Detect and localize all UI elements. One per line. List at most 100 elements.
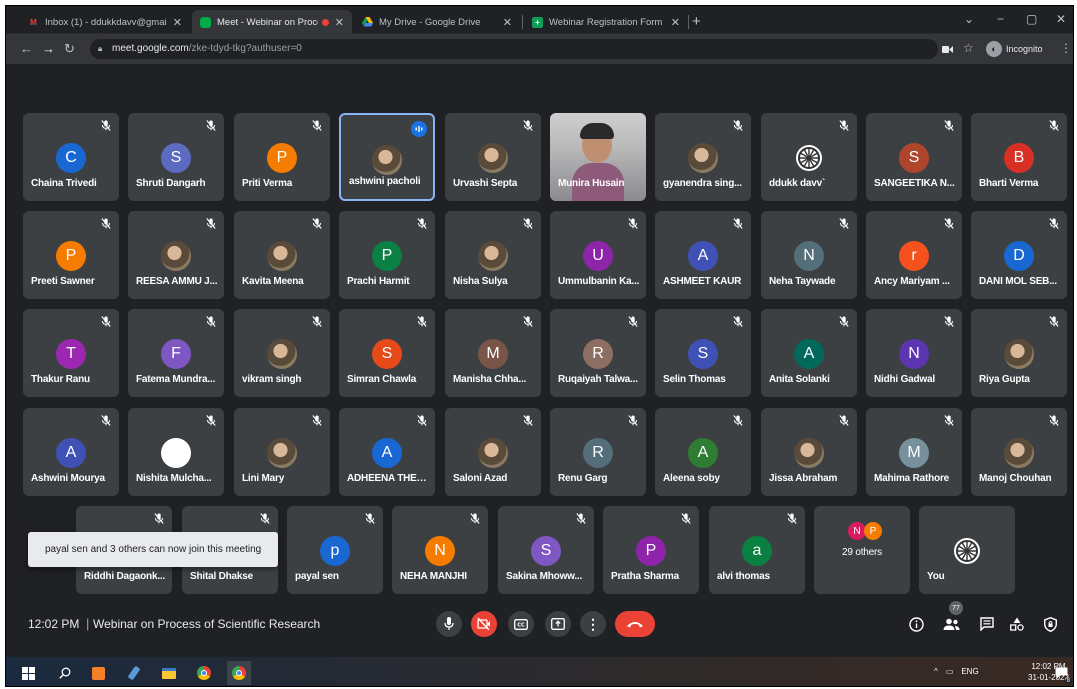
participant-tile[interactable]: p payal sen [287,506,383,594]
incognito-profile[interactable]: ◐ Incognito [986,40,1043,58]
participant-tile[interactable]: N Nidhi Gadwal [866,309,962,397]
windows-start-icon[interactable] [20,665,36,681]
address-bar[interactable]: 🔒︎ meet.google.com/zke-tdyd-tkg?authuser… [90,39,938,59]
participant-tile[interactable]: ashwini pacholi [339,113,435,201]
participant-tile[interactable]: r Ancy Mariyam ... [866,211,962,299]
bookmark-star-icon[interactable]: ☆ [963,41,974,55]
participant-tile[interactable]: a alvi thomas [709,506,805,594]
chrome-icon[interactable] [196,665,212,681]
participant-tile[interactable]: A ADHEENA THER... [339,408,435,496]
participant-tile[interactable]: N NEHA MANJHI [392,506,488,594]
participant-tile[interactable]: M Mahima Rathore [866,408,962,496]
participant-tile[interactable]: Manoj Chouhan [971,408,1067,496]
close-icon[interactable]: ✕ [335,16,344,29]
tab-gmail[interactable]: M Inbox (1) - ddukkdavv@gmail.co ✕ [20,10,190,34]
participant-tile[interactable]: S Sakina Mhoww... [498,506,594,594]
system-tray: ^ ▭ ENG [934,667,979,676]
participant-tile[interactable]: Nishita Mulcha... [128,408,224,496]
self-tile[interactable]: You [919,506,1015,594]
participant-tile[interactable]: B Bharti Verma [971,113,1067,201]
participant-tile[interactable]: Urvashi Septa [445,113,541,201]
minimize-button[interactable]: − [997,12,1004,26]
participant-tile[interactable]: P Priti Verma [234,113,330,201]
participant-tile[interactable]: A Anita Solanki [761,309,857,397]
participant-tile[interactable]: D DANI MOL SEB... [971,211,1067,299]
participant-tile[interactable]: T Thakur Ranu [23,309,119,397]
participant-tile[interactable]: M Manisha Chha... [445,309,541,397]
participant-tile[interactable]: Munira Husain [550,113,646,201]
participant-tile[interactable]: P Preeti Sawner [23,211,119,299]
participant-tile[interactable]: A Ashwini Mourya [23,408,119,496]
close-icon[interactable]: ✕ [671,16,680,29]
host-controls-button[interactable] [1039,613,1061,635]
camera-off-button[interactable] [471,611,497,637]
tab-meet[interactable]: Meet - Webinar on Process o ✕ [192,10,352,34]
divider: | [86,616,90,631]
participant-tile[interactable]: S SANGEETIKA N... [866,113,962,201]
meeting-details-button[interactable] [905,613,927,635]
participant-tile[interactable]: P Pratha Sharma [603,506,699,594]
participant-tile[interactable]: R Ruqaiyah Talwa... [550,309,646,397]
closed-captions-icon: CC [514,618,528,630]
chrome-active-icon[interactable] [227,661,251,685]
battery-icon[interactable]: ▭ [946,667,954,676]
avatar: S [531,536,561,566]
mic-off-icon [732,217,744,229]
people-button[interactable] [940,613,962,635]
tab-title: Inbox (1) - ddukkdavv@gmail.co [45,16,167,28]
camera-icon[interactable] [942,42,953,57]
participant-tile[interactable]: Kavita Meena [234,211,330,299]
mic-button[interactable] [436,611,462,637]
search-icon[interactable] [57,665,73,681]
participant-tile[interactable]: S Shruti Dangarh [128,113,224,201]
tab-sheets[interactable]: + Webinar Registration Form (Resp ✕ [524,10,688,34]
participant-tile[interactable]: N Neha Taywade [761,211,857,299]
tab-drive[interactable]: My Drive - Google Drive ✕ [354,10,520,34]
avatar-photo [372,145,402,175]
participant-tile[interactable]: Riya Gupta [971,309,1067,397]
reload-button[interactable]: ↻ [64,41,75,57]
participant-tile[interactable]: R Renu Garg [550,408,646,496]
present-button[interactable] [545,611,571,637]
leave-call-button[interactable] [615,611,655,637]
others-tile[interactable]: N P 29 others [814,506,910,594]
participant-tile[interactable]: S Selin Thomas [655,309,751,397]
file-explorer-icon[interactable] [161,665,177,681]
participant-tile[interactable]: REESA AMMU J... [128,211,224,299]
pen-app-icon[interactable] [126,665,142,681]
chat-button[interactable] [976,613,998,635]
tab-search-icon[interactable]: ⌄ [964,12,974,26]
new-tab-button[interactable]: + [692,13,701,30]
activities-button[interactable] [1006,613,1028,635]
participant-tile[interactable]: A Aleena soby [655,408,751,496]
more-options-button[interactable]: ⋮ [580,611,606,637]
close-icon[interactable]: ✕ [503,16,512,29]
participant-tile[interactable]: C Chaina Trivedi [23,113,119,201]
participant-tile[interactable]: Saloni Azad [445,408,541,496]
participant-tile[interactable]: Nisha Sulya [445,211,541,299]
participant-tile[interactable]: ddukk davv` [761,113,857,201]
app-orange-icon[interactable] [90,665,106,681]
menu-kebab-icon[interactable]: ⋮ [1060,41,1072,55]
participant-tile[interactable]: U Ummulbanin Ka... [550,211,646,299]
participant-name: Ashwini Mourya [31,473,105,484]
participant-tile[interactable]: Jissa Abraham [761,408,857,496]
avatar: P [56,241,86,271]
avatar: U [583,241,613,271]
participant-tile[interactable]: P Prachi Harmit [339,211,435,299]
participant-tile[interactable]: S Simran Chawla [339,309,435,397]
tray-chevron-icon[interactable]: ^ [934,667,938,676]
participant-tile[interactable]: Lini Mary [234,408,330,496]
participant-tile[interactable]: gyanendra sing... [655,113,751,201]
notifications-icon[interactable]: 8 [1053,665,1072,684]
language-indicator[interactable]: ENG [961,667,978,676]
captions-button[interactable]: CC [508,611,534,637]
participant-tile[interactable]: A ASHMEET KAUR [655,211,751,299]
back-button[interactable]: ← [20,41,33,56]
forward-button[interactable]: → [42,41,55,56]
maximize-button[interactable]: ▢ [1026,12,1037,26]
participant-tile[interactable]: vikram singh [234,309,330,397]
close-icon[interactable]: ✕ [173,16,182,29]
participant-tile[interactable]: F Fatema Mundra... [128,309,224,397]
close-window-button[interactable]: ✕ [1056,12,1066,26]
